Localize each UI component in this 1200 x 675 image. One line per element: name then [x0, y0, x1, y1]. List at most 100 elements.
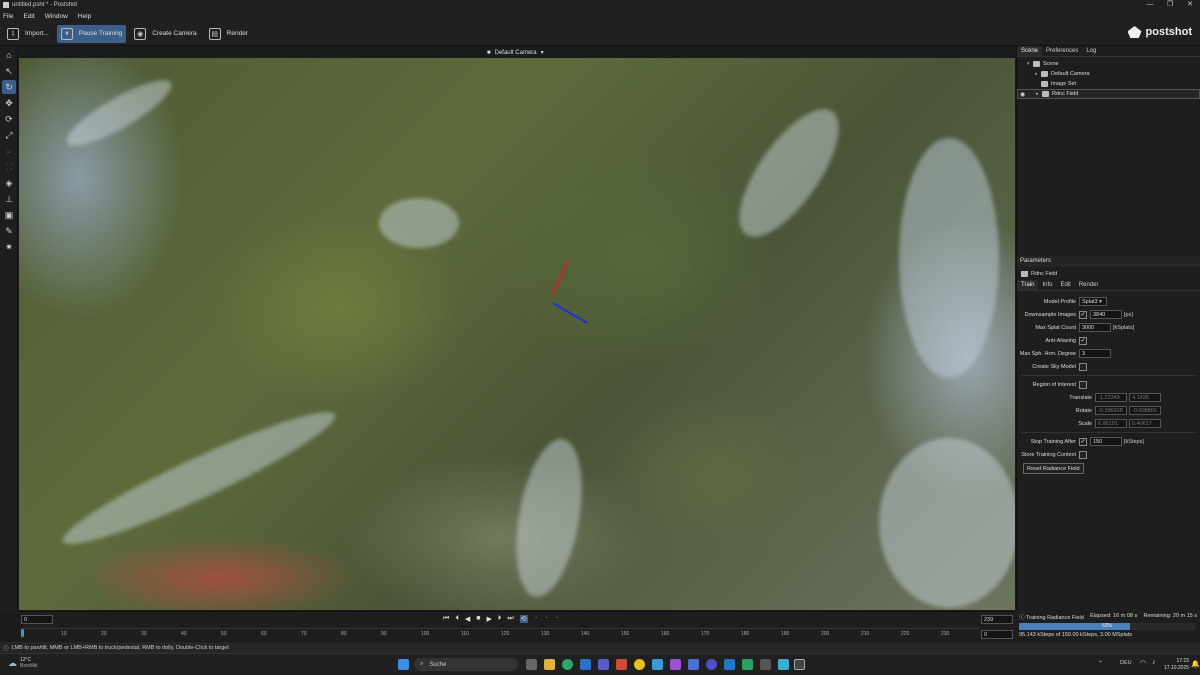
- app-icon[interactable]: [742, 659, 753, 670]
- keyframe-icon[interactable]: ◔: [544, 615, 548, 623]
- edge-icon[interactable]: [562, 659, 573, 670]
- skip-end-icon[interactable]: ⏭: [507, 615, 513, 623]
- timeline-current-input[interactable]: 0: [981, 630, 1013, 639]
- max-splat-input[interactable]: 3000: [1079, 323, 1111, 332]
- create-camera-button[interactable]: ◉ Create Camera: [130, 25, 200, 43]
- camera-selector[interactable]: ■ Default Camera ▾: [487, 47, 544, 58]
- notification-bell-icon[interactable]: 🔔: [1191, 660, 1200, 668]
- record-icon[interactable]: ◔: [534, 615, 538, 623]
- menu-edit[interactable]: Edit: [23, 13, 34, 20]
- scale-x[interactable]: 6.95191: [1095, 419, 1127, 428]
- scale-icon[interactable]: ⤢: [2, 128, 16, 142]
- move-icon[interactable]: ✥: [2, 96, 16, 110]
- translate-y[interactable]: 4.1426: [1129, 393, 1161, 402]
- timeline-end-input[interactable]: 239: [981, 615, 1013, 624]
- stop-icon[interactable]: ■: [476, 615, 480, 623]
- app-icon[interactable]: [724, 659, 735, 670]
- teams-icon[interactable]: [598, 659, 609, 670]
- loop-icon[interactable]: ⟲: [519, 615, 528, 623]
- taskbar-search[interactable]: ⌕ Suche: [414, 658, 518, 671]
- model-profile-select[interactable]: Splat3 ▾: [1079, 297, 1107, 306]
- step-forward-icon[interactable]: ⏵: [498, 615, 502, 623]
- weather-widget[interactable]: ☁ 12°C Bewölkt: [8, 657, 38, 669]
- app-icon[interactable]: [760, 659, 771, 670]
- minimize-button[interactable]: —: [1140, 0, 1160, 10]
- timeline-ruler[interactable]: 0 10 20 30 40 50 60 70 80 90 100 110 120 130 140 150 160…: [21, 628, 979, 640]
- anti-alias-checkbox[interactable]: ✓: [1079, 336, 1087, 345]
- app-icon[interactable]: [670, 659, 681, 670]
- volume-icon[interactable]: ♪: [1152, 659, 1156, 666]
- status-text: LMB to pan/tilt, MMB or LMB+RMB to truck…: [11, 644, 229, 651]
- play-icon[interactable]: ▶: [486, 615, 491, 623]
- menu-window[interactable]: Window: [45, 13, 68, 20]
- rotate-icon[interactable]: ⟳: [2, 112, 16, 126]
- translate-x[interactable]: -1.23349: [1095, 393, 1127, 402]
- stop-checkbox[interactable]: ✓: [1079, 437, 1087, 446]
- tree-item-default-camera[interactable]: ▸ Default Camera: [1017, 69, 1200, 79]
- tab-preferences[interactable]: Preferences: [1042, 46, 1082, 56]
- maximize-button[interactable]: ❐: [1160, 0, 1180, 10]
- wifi-icon[interactable]: ◠: [1140, 659, 1146, 667]
- app-icon[interactable]: [778, 659, 789, 670]
- gizmo-x-axis[interactable]: [550, 259, 570, 297]
- tray-chevron-icon[interactable]: ⌃: [1098, 660, 1103, 667]
- windows-start-icon[interactable]: [398, 659, 409, 670]
- timeline-start-input[interactable]: 0: [21, 615, 53, 624]
- scale-y[interactable]: 5.40617: [1129, 419, 1161, 428]
- zoom-icon[interactable]: ⌕: [2, 144, 16, 158]
- axis-icon[interactable]: ⊥: [2, 192, 16, 206]
- postshot-taskbar-icon[interactable]: [794, 659, 805, 670]
- select-icon[interactable]: ↖: [2, 64, 16, 78]
- downsample-label: Downsample Images: [1024, 311, 1076, 318]
- app-icon[interactable]: [706, 659, 717, 670]
- gizmo-z-axis[interactable]: [552, 302, 588, 324]
- close-button[interactable]: ✕: [1180, 0, 1200, 10]
- 3d-viewport[interactable]: [19, 58, 1015, 610]
- stop-input[interactable]: 150: [1090, 437, 1122, 446]
- tab-log[interactable]: Log: [1082, 46, 1100, 56]
- render-button[interactable]: ▤ Render: [205, 25, 252, 43]
- chrome-icon[interactable]: [634, 659, 645, 670]
- import-button[interactable]: ⇩ Import...: [3, 25, 53, 43]
- tab-info[interactable]: Info: [1038, 280, 1056, 290]
- menu-help[interactable]: Help: [78, 13, 91, 20]
- crop-icon[interactable]: ⛶: [2, 160, 16, 174]
- orbit-icon[interactable]: ↻: [2, 80, 16, 94]
- light-icon[interactable]: ✷: [2, 240, 16, 254]
- menu-file[interactable]: File: [3, 13, 13, 20]
- eye-icon[interactable]: ◉: [1020, 91, 1030, 98]
- tree-item-scene[interactable]: ▾ Scene: [1017, 59, 1200, 69]
- tab-train[interactable]: Train: [1017, 280, 1039, 290]
- camera-path-icon[interactable]: ◔: [554, 615, 558, 623]
- step-back-icon[interactable]: ⏴: [455, 615, 459, 623]
- tab-scene[interactable]: Scene: [1017, 46, 1043, 56]
- skip-start-icon[interactable]: ⏮: [443, 615, 449, 623]
- downsample-input[interactable]: 3840: [1090, 310, 1122, 319]
- tree-item-image-set[interactable]: Image Set: [1017, 79, 1200, 89]
- clock[interactable]: 17:15 17.10.2025: [1164, 658, 1189, 672]
- task-view-icon[interactable]: [526, 659, 537, 670]
- brush-icon[interactable]: ✎: [2, 224, 16, 238]
- home-icon[interactable]: ⌂: [2, 48, 16, 62]
- layers-icon[interactable]: ◈: [2, 176, 16, 190]
- language-indicator[interactable]: DEU: [1120, 660, 1132, 666]
- store-icon[interactable]: [652, 659, 663, 670]
- tree-item-rdnc-field[interactable]: ◉ ▸ Rdnc Field: [1017, 89, 1200, 99]
- play-reverse-icon[interactable]: ◀: [465, 615, 470, 623]
- file-explorer-icon[interactable]: [544, 659, 555, 670]
- roi-checkbox[interactable]: [1079, 380, 1087, 389]
- office-icon[interactable]: [616, 659, 627, 670]
- rotate-y[interactable]: -0.008866: [1129, 406, 1161, 415]
- pause-training-button[interactable]: ⏸ Pause Training: [56, 24, 127, 43]
- save-app-icon[interactable]: [688, 659, 699, 670]
- sky-checkbox[interactable]: [1079, 362, 1087, 371]
- sph-input[interactable]: 3: [1079, 349, 1111, 358]
- tab-render[interactable]: Render: [1075, 280, 1103, 290]
- outlook-icon[interactable]: [580, 659, 591, 670]
- image-icon[interactable]: ▣: [2, 208, 16, 222]
- rotate-x[interactable]: -0.396928: [1095, 406, 1127, 415]
- tab-edit[interactable]: Edit: [1056, 280, 1074, 290]
- downsample-checkbox[interactable]: ✓: [1079, 310, 1087, 319]
- reset-button[interactable]: Reset Radiance Field: [1023, 463, 1084, 474]
- store-checkbox[interactable]: [1079, 450, 1087, 459]
